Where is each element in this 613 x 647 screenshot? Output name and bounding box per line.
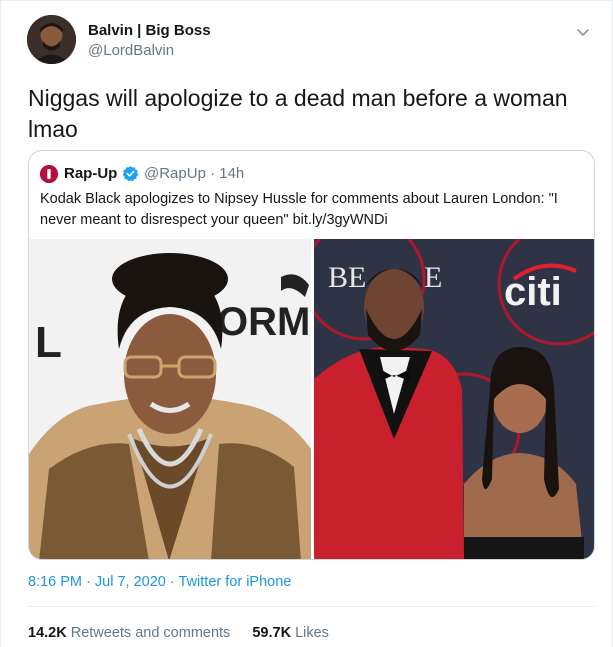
meta-separator: · [169,574,175,590]
tweet-text: Niggas will apologize to a dead man befo… [28,85,568,142]
tweet-time[interactable]: 8:16 PM [28,574,82,590]
quoted-tweet-text: Kodak Black apologizes to Nipsey Hussle … [40,191,558,228]
tweet-card: Balvin | Big Boss @LordBalvin Niggas wil… [0,0,613,647]
backdrop-word-orm: ORM [217,300,310,344]
quoted-author-avatar [40,165,58,183]
tweet-stats: 14.2K Retweets and comments 59.7K Likes [28,625,329,641]
meta-separator: · [86,574,91,590]
tweet-date[interactable]: Jul 7, 2020 [95,574,166,590]
retweets-stat[interactable]: 14.2K Retweets and comments [28,625,230,641]
author-name[interactable]: Balvin | Big Boss [88,22,211,39]
quoted-media[interactable]: L ORM BE E citi [29,239,594,559]
backdrop-text-be: BE [328,261,366,294]
retweets-count: 14.2K [28,625,67,641]
media-image-nipsey-lauren[interactable]: BE E citi [314,239,594,559]
backdrop-text-e: E [424,261,442,294]
verified-badge-icon [122,165,139,182]
quoted-tweet[interactable]: Rap-Up @RapUp · 14h Kodak Black apologiz… [28,150,595,560]
retweets-label: Retweets and comments [70,625,231,641]
tweet-timestamp: 8:16 PM · Jul 7, 2020 · Twitter for iPho… [28,574,291,590]
chevron-down-icon[interactable] [574,23,592,41]
divider [28,606,595,607]
backdrop-letter-l: L [35,318,62,367]
media-image-kodak-black[interactable]: L ORM [29,239,311,559]
author-avatar[interactable] [27,15,76,64]
quoted-author-handle: @RapUp · 14h [144,165,245,182]
likes-stat[interactable]: 59.7K Likes [252,625,329,641]
quoted-author-name: Rap-Up [64,165,118,182]
tweet-source[interactable]: Twitter for iPhone [179,574,292,590]
author-handle[interactable]: @LordBalvin [88,42,174,59]
likes-label: Likes [295,625,329,641]
likes-count: 59.7K [252,625,292,641]
backdrop-text-citi: citi [504,270,562,314]
